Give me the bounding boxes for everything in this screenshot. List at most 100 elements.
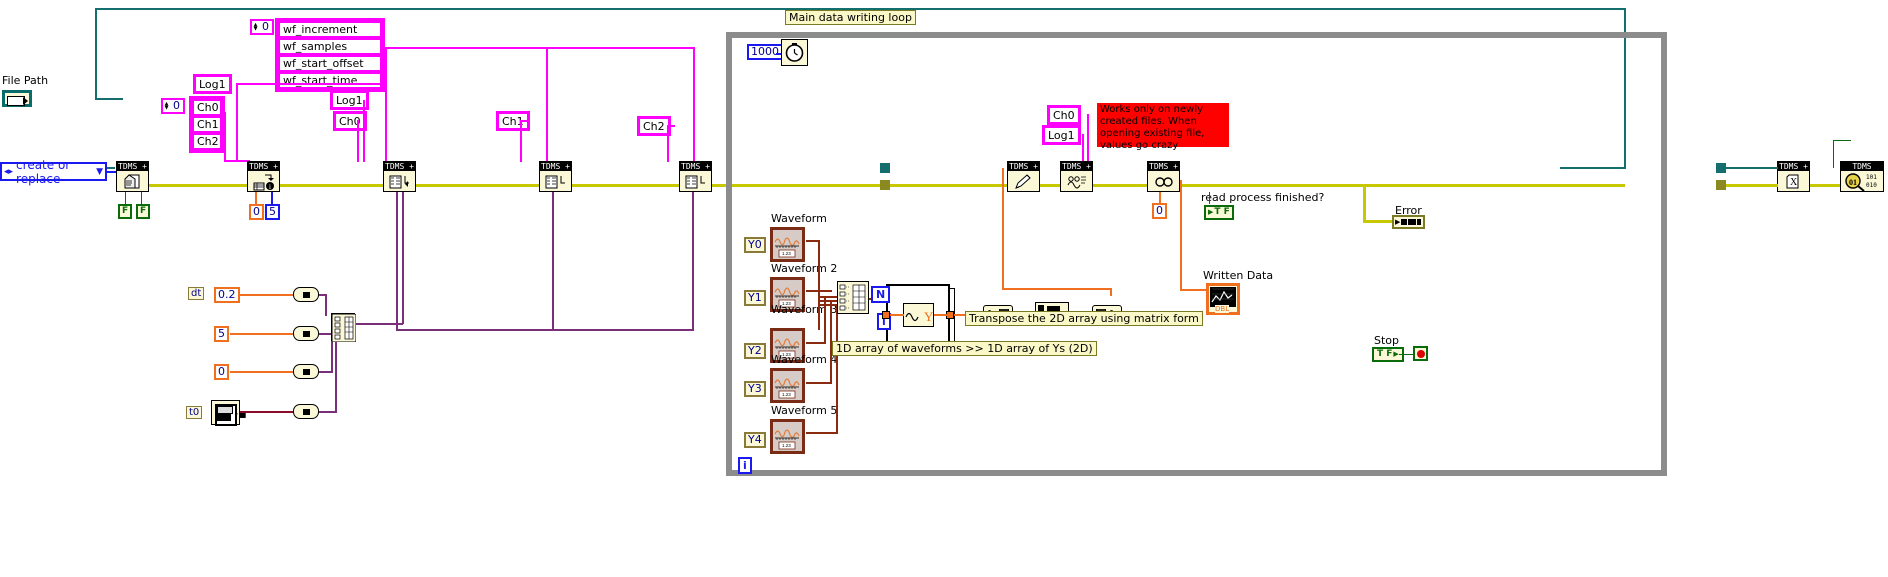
y4-constant[interactable]: Y4: [744, 432, 766, 448]
wire-brown-wf2: [806, 342, 826, 344]
start-offset-constant[interactable]: 0: [214, 364, 229, 380]
tdms-open-caption: TDMS +: [117, 162, 148, 171]
waveform-label-4: Waveform 5: [771, 404, 838, 417]
wire-dt: [240, 294, 293, 296]
group-count-zero-constant[interactable]: 0: [249, 204, 264, 220]
getprops-zero-constant[interactable]: 0: [1152, 203, 1167, 219]
samples-constant[interactable]: 5: [214, 326, 229, 342]
wire-orange-writedata-v2: [1110, 288, 1112, 296]
svg-text:010: 010: [1866, 182, 1877, 189]
tdms-write-node-1[interactable]: TDMS +: [383, 161, 416, 192]
index-constant-mid[interactable]: ▲ ▼ 0: [161, 98, 185, 114]
red-warning-comment: Works only on newly created files. When …: [1097, 103, 1229, 151]
chevron-down-icon: ▼: [96, 166, 103, 177]
tdms-viewer-caption: TDMS: [1841, 162, 1883, 171]
error-indicator[interactable]: ▶: [1392, 215, 1425, 229]
loop-tunnel-error-right: [1716, 180, 1726, 190]
wire-green-viewer-h: [1833, 140, 1851, 141]
wire-error-to-close: [1726, 184, 1778, 187]
tdms-viewer-node[interactable]: TDMS 01 101 010: [1840, 161, 1884, 192]
wire-stop: [1399, 354, 1414, 355]
y3-constant[interactable]: Y3: [744, 381, 766, 397]
wire-brown-join2: [818, 300, 838, 302]
svg-text:Y: Y: [924, 309, 933, 324]
tdms-get-properties-node[interactable]: TDMS +: [1147, 161, 1180, 192]
open-bool-const-1[interactable]: F: [118, 204, 133, 219]
while-loop-structure[interactable]: [726, 32, 1667, 476]
wait-ms-constant[interactable]: 1000: [747, 44, 783, 60]
open-bool-const-2[interactable]: F: [136, 204, 151, 219]
index-constant-top[interactable]: ▲ ▼ 0: [250, 19, 274, 35]
tdms-viewer-icon: 01 101 010: [1841, 171, 1883, 192]
y1-constant[interactable]: Y1: [744, 290, 766, 306]
spinner-arrows-icon-2: ▲ ▼: [163, 100, 170, 112]
wire-brown-wf1: [806, 290, 832, 292]
tdms-write-data-caption: TDMS +: [1008, 162, 1039, 171]
build-array-node[interactable]: [837, 281, 869, 314]
log1-constant-a[interactable]: Log1: [193, 74, 232, 94]
stop-arrow-icon: ▶: [1393, 350, 1399, 358]
channel-name-array[interactable]: Ch0 Ch1 Ch2: [189, 96, 225, 153]
file-path-control[interactable]: [2, 90, 32, 107]
tdms-getprops-caption: TDMS +: [1148, 162, 1179, 171]
loop-stop-condition-terminal[interactable]: [1413, 346, 1428, 361]
y0-constant[interactable]: Y0: [744, 237, 766, 253]
wire-purple-w1b: [402, 192, 404, 324]
red-warning-text: Works only on newly created files. When …: [1100, 104, 1205, 151]
read-finished-indicator[interactable]: ▶ T F: [1204, 205, 1234, 220]
wire-readfinished: [1209, 192, 1210, 204]
wire-brown-join3: [818, 304, 838, 306]
pencil-icon: [1008, 171, 1039, 192]
wire-pink-ch1a-down: [520, 120, 522, 162]
channel-row-0: Ch0: [192, 99, 222, 116]
wire-pink-ch0a-down: [357, 120, 359, 162]
wire-pink-log1a: [236, 83, 386, 85]
wire-purple-w2: [552, 192, 554, 330]
t0-label-tag: t0: [186, 406, 203, 419]
tdms-write-node-2[interactable]: TDMS +: [539, 161, 572, 192]
tdms-flush-node[interactable]: TDMS +: [1060, 161, 1093, 192]
wire-pink-log1c: [1082, 134, 1084, 162]
wire-purple-from-bundle: [355, 323, 403, 325]
wire-brown-wf4-v: [836, 304, 838, 432]
tdms-set-properties-node[interactable]: TDMS + i: [247, 161, 280, 192]
tdms-write-data-node[interactable]: TDMS +: [1007, 161, 1040, 192]
wire-pink-ch2a-down: [667, 125, 669, 162]
channel-count-five-constant[interactable]: 5: [265, 204, 280, 220]
coerce-dot-samples: [293, 326, 319, 341]
enum-label: create or replace: [16, 157, 71, 186]
waveform-control-3[interactable]: 1.23: [770, 368, 805, 403]
wire-pink-prop-down2: [546, 47, 548, 162]
dt-constant[interactable]: 0.2: [214, 287, 240, 303]
wait-ms-node[interactable]: [781, 39, 808, 66]
ch2-constant-a[interactable]: Ch2: [637, 116, 671, 136]
loop-tunnel-error-left: [880, 180, 890, 190]
waveform-control-4[interactable]: 1.23: [770, 419, 805, 454]
bundle-cluster-node[interactable]: [331, 313, 357, 343]
y2-constant[interactable]: Y2: [744, 343, 766, 359]
wire-p-offset: [319, 371, 333, 373]
log1-constant-c[interactable]: Log1: [1042, 125, 1081, 145]
tdms-write1-caption: TDMS +: [384, 162, 415, 171]
tdms-close-node[interactable]: TDMS + X: [1777, 161, 1810, 192]
wire-error-to-viewer: [1810, 184, 1842, 187]
ch0-constant-a[interactable]: Ch0: [333, 111, 367, 131]
tdms-flush-caption: TDMS +: [1061, 162, 1092, 171]
tdms-write3-icon: [680, 171, 711, 192]
get-waveform-y-node[interactable]: Y: [903, 303, 934, 327]
waveform-control-0[interactable]: 1.23: [770, 227, 805, 262]
read-finished-value: T F: [1214, 207, 1230, 217]
spinner-arrows-icon: ▲ ▼: [252, 21, 259, 33]
written-data-indicator[interactable]: DBL: [1206, 283, 1240, 315]
tdms-open-node[interactable]: TDMS +: [116, 161, 149, 192]
tdms-close-caption: TDMS +: [1778, 162, 1809, 171]
written-data-label: Written Data: [1203, 269, 1274, 282]
tdms-setprops-icon: i: [248, 171, 279, 192]
property-name-array[interactable]: wf_increment wf_samples wf_start_offset …: [275, 18, 385, 92]
get-datetime-node[interactable]: •■: [211, 400, 246, 426]
index-constant-mid-value: 0: [173, 99, 180, 112]
wire-brown-wf0-v: [818, 240, 820, 330]
create-or-replace-enum[interactable]: ◂▸ create or replace ▼: [0, 158, 107, 186]
tdms-write-node-3[interactable]: TDMS +: [679, 161, 712, 192]
ch0-constant-b[interactable]: Ch0: [1047, 105, 1081, 125]
